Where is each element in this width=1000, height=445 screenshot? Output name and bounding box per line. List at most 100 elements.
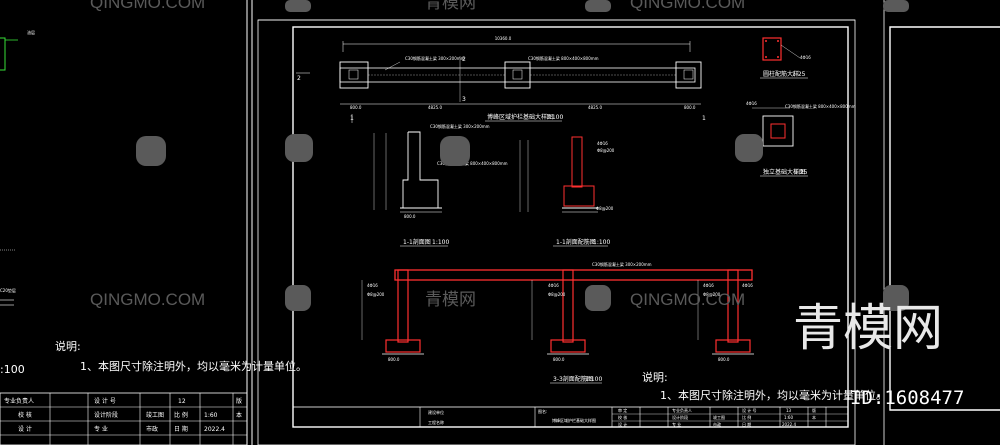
sec1-title: 1-1剖面图 xyxy=(403,238,431,246)
sec1-width: 800.0 xyxy=(404,214,416,219)
sec3-col-middle xyxy=(562,269,574,343)
column-detail: 4Φ16 圆柱配筋大样 1:25 xyxy=(760,37,811,79)
col-scale: 1:25 xyxy=(792,71,806,78)
plan-beam-label-right: C30钢筋混凝土梁 800×400×800mm xyxy=(528,55,599,61)
plan-footing-left xyxy=(339,61,369,89)
left-tb-r0c4: 版 xyxy=(236,397,242,405)
wm-latin-2: QINGMO.COM xyxy=(630,0,745,12)
sec3-scale: 1:100 xyxy=(585,376,602,383)
sec3-width-2: 800.0 xyxy=(553,357,565,362)
sec1r-title: 1-1剖面配筋图 xyxy=(556,238,596,246)
col-rebar-label: 4Φ16 xyxy=(800,55,811,60)
sec3-col-left xyxy=(397,269,409,343)
section-1-1-rebar: 4Φ16 Φ8@200 Φ8@200 1-1剖面配筋图 1:100 xyxy=(519,136,615,247)
plan-footing-right xyxy=(675,61,702,89)
cad-drawing-canvas[interactable]: 油层 C20垫层 :100 说明: 1、本图尺寸除注明外，均以毫米为计量单位。 … xyxy=(0,0,1000,445)
left-note-body: 1、本图尺寸除注明外，均以毫米为计量单位。 xyxy=(80,359,307,373)
tb-r2c2: 专 业 xyxy=(672,421,681,427)
left-scale: :100 xyxy=(0,363,25,376)
tb-r1c4: 比 例 xyxy=(742,414,751,420)
right-sheet xyxy=(883,0,1000,445)
tb-r0c0: 审 定 xyxy=(618,407,627,413)
svg-text:3: 3 xyxy=(462,96,466,103)
wm-latin-3: QINGMO.COM xyxy=(90,290,205,309)
tb-r0c6: 版 xyxy=(812,407,816,413)
sec1r-rebar-label: 4Φ16 xyxy=(597,141,608,146)
left-tb-r2c2: 专 业 xyxy=(94,425,108,433)
base-detail: C30钢筋混凝土梁 800×400×800mm 4Φ16 独立基础大样图 1:2… xyxy=(746,101,856,177)
svg-text:2: 2 xyxy=(462,56,466,63)
wm-cn-2: 青模网 xyxy=(425,290,476,309)
plan-scale: 1:100 xyxy=(546,114,563,121)
tb-r2c4: 日 期 xyxy=(742,421,751,427)
svg-text:2: 2 xyxy=(297,75,301,82)
left-tb-r0c2: 设 计 号 xyxy=(94,397,116,405)
base-rebar-label: 4Φ16 xyxy=(746,101,757,106)
left-sheet: 油层 C20垫层 :100 说明: 1、本图尺寸除注明外，均以毫米为计量单位。 … xyxy=(0,0,307,445)
left-tb-r0c0: 专业负责人 xyxy=(4,397,34,405)
tb-r1c2: 设计阶段 xyxy=(672,414,688,420)
sec3-width-3: 800.0 xyxy=(718,357,730,362)
section-3-3: 4Φ16 4Φ16 4Φ16 4Φ16 Φ8@200 Φ8@200 Φ8@200… xyxy=(361,261,754,384)
plan-span-left: 4825.0 xyxy=(428,105,442,110)
sec1r-base-stirrup: Φ8@200 xyxy=(596,206,614,211)
left-note-title: 说明: xyxy=(55,339,81,353)
tb-r2c0: 设 计 xyxy=(618,421,627,427)
plan-beam-label: C30钢筋混凝土梁 300×200mm xyxy=(405,55,465,61)
plan-span-right: 4825.0 xyxy=(588,105,602,110)
left-tb-r2c0: 设 计 xyxy=(18,425,32,433)
plan-end-left: 800.0 xyxy=(350,105,362,110)
wm-latin-4: QINGMO.COM xyxy=(630,290,745,309)
tb-r0c4: 设 计 号 xyxy=(742,407,757,413)
main-title-block: 建设单位 工程名称 图名: 博峰区域护栏基础大样图 审 定 专业负责人 设 计 … xyxy=(292,406,849,428)
sec3-rebar-label-1: 4Φ16 xyxy=(367,283,378,288)
sec3-rebar-label-3: 4Φ16 xyxy=(703,283,714,288)
tb-drawing-name: 博峰区域护栏基础大样图 xyxy=(552,417,596,423)
left-label-c20: C20垫层 xyxy=(0,287,16,293)
wm-latin-1: QINGMO.COM xyxy=(90,0,205,12)
watermarks: QINGMO.COM 青模网 QINGMO.COM QINGMO.COM 青模网… xyxy=(90,0,964,409)
plan-title: 博峰区域护栏基础大样图 xyxy=(487,113,553,121)
base-beam-label: C30钢筋混凝土梁 800×400×800mm xyxy=(785,103,856,109)
tb-r2c5: 2022.4 xyxy=(782,422,796,427)
sec3-stirrup-label-2: Φ8@200 xyxy=(548,292,566,297)
sec3-width-1: 800.0 xyxy=(388,357,400,362)
left-tb-r2c5: 2022.4 xyxy=(204,426,225,433)
left-title-block: 专业负责人 设 计 号 12 版 本 校 核 设计阶段 竣工图 比 例 1:60… xyxy=(0,392,248,445)
left-tb-r1c4: 比 例 xyxy=(174,411,188,419)
left-label-top: 油层 xyxy=(27,29,35,35)
sec3-rebar-label-2: 4Φ16 xyxy=(548,283,559,288)
sec3-stirrup-label-1: Φ8@200 xyxy=(367,292,385,297)
tb-r1c3: 竣工图 xyxy=(713,414,725,420)
plan-total-dim: 10360.0 xyxy=(495,36,512,41)
tb-r1c6: 本 xyxy=(812,414,816,420)
plan-view: 10360.0 C30钢筋混凝土梁 300×200mm C30钢筋混凝土梁 80… xyxy=(296,36,706,123)
plan-footing-middle xyxy=(504,61,531,89)
left-tb-r2c3: 市政 xyxy=(146,425,158,433)
tb-r0c2: 专业负责人 xyxy=(672,407,692,413)
left-tb-r1c0: 校 核 xyxy=(18,411,32,419)
tb-r1c5: 1:60 xyxy=(784,415,793,420)
wm-cn-1: 青模网 xyxy=(425,0,476,12)
left-tb-r1c5: 1:60 xyxy=(204,412,218,419)
sec1-scale: 1:100 xyxy=(432,239,449,246)
sec3-rebar-label-4: 4Φ16 xyxy=(742,283,753,288)
sec1r-scale: 1:100 xyxy=(593,239,610,246)
section-1-1: C30钢筋混凝土梁 300×200mm C30钢筋混凝土梁 800×400×80… xyxy=(373,123,508,247)
plan-end-right: 800.0 xyxy=(684,105,696,110)
tb-left-1: 建设单位 xyxy=(428,409,444,415)
tb-drawing-label: 图名: xyxy=(538,408,547,414)
base-scale: 1:25 xyxy=(794,169,808,176)
left-tb-r0c3: 12 xyxy=(178,398,186,405)
wm-id-label: ID:1608477 xyxy=(850,387,964,409)
sec1r-stirrup-label: Φ8@200 xyxy=(597,148,615,153)
svg-text:1: 1 xyxy=(702,115,706,122)
sec3-beam-label: C30钢筋混凝土梁 300×200mm xyxy=(592,261,652,267)
tb-r0c5: 13 xyxy=(786,408,792,413)
left-tb-r0c5: 本 xyxy=(236,411,242,419)
tb-r2c3: 市政 xyxy=(713,421,721,427)
left-tb-r2c4: 日 期 xyxy=(174,425,188,433)
tb-r1c0: 校 核 xyxy=(618,414,627,420)
tb-left-2: 工程名称 xyxy=(428,419,444,425)
wm-cn-big: 青模网 xyxy=(793,299,943,357)
